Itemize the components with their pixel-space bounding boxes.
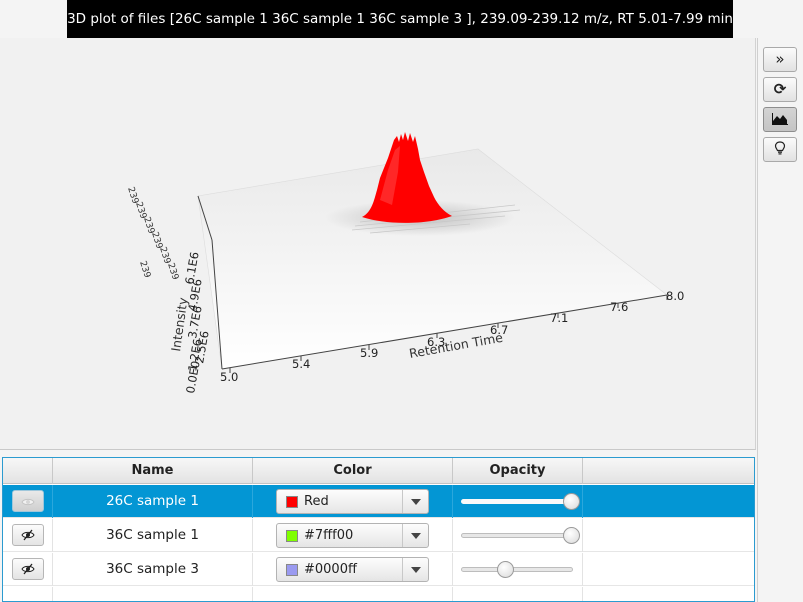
opacity-slider-thumb[interactable]: [497, 561, 514, 578]
plot-title: 3D plot of files [26C sample 1 36C sampl…: [67, 0, 733, 38]
opacity-slider-track[interactable]: [461, 533, 573, 538]
column-header-opacity[interactable]: Opacity: [453, 458, 583, 484]
table-header: Name Color Opacity: [3, 458, 754, 484]
table-row[interactable]: 36C sample 1 #7fff00: [3, 519, 754, 552]
table-row[interactable]: 36C sample 3 #0000ff: [3, 553, 754, 586]
datasets-table: Name Color Opacity 26C sample 1 Red 36C …: [2, 457, 755, 602]
lightbulb-icon: [774, 140, 786, 159]
opacity-slider-thumb[interactable]: [563, 493, 580, 510]
reset-view-button[interactable]: ⟳: [763, 77, 797, 102]
toggle-lighting-button[interactable]: [763, 137, 797, 162]
empty-row: [3, 587, 754, 601]
opacity-slider-track[interactable]: [461, 567, 573, 572]
color-picker-value: #7fff00: [304, 528, 354, 543]
refresh-icon: ⟳: [773, 80, 787, 98]
eye-slash-icon: [21, 526, 35, 545]
chevron-down-icon[interactable]: [402, 524, 428, 547]
column-header-visibility[interactable]: [3, 458, 53, 484]
x-tick-label: 5.4: [292, 357, 310, 371]
mz-tick-label: 239: [165, 262, 180, 282]
color-picker-dropdown[interactable]: #7fff00: [276, 523, 429, 548]
plot-3d-canvas[interactable]: 5.0 5.4 5.9 6.3 6.7 7.1 7.6 8.0 Retentio…: [0, 38, 756, 450]
dataset-name: 36C sample 3: [53, 553, 253, 586]
opacity-slider-track[interactable]: [461, 499, 573, 504]
toggle-peak-display-button[interactable]: [763, 107, 797, 132]
color-swatch: [286, 496, 298, 508]
eye-slash-icon: [21, 560, 35, 579]
right-toolbar: » ⟳: [757, 38, 803, 602]
expand-toolbar-button[interactable]: »: [763, 47, 797, 72]
mz-tick-labels: 239 239 239 239 239 239 239: [125, 186, 180, 282]
eye-icon: [21, 492, 35, 511]
mz-tick-label: 239: [137, 260, 152, 280]
chevron-down-icon[interactable]: [402, 558, 428, 581]
dataset-name: 26C sample 1: [53, 485, 253, 518]
chevron-down-icon[interactable]: [402, 490, 428, 513]
plot-3d-svg[interactable]: 5.0 5.4 5.9 6.3 6.7 7.1 7.6 8.0 Retentio…: [0, 38, 756, 450]
color-picker-dropdown[interactable]: Red: [276, 489, 429, 514]
color-picker-value: Red: [304, 494, 329, 509]
area-chart-icon: [772, 110, 788, 129]
color-swatch: [286, 530, 298, 542]
x-tick-label: 5.0: [220, 370, 238, 384]
x-tick-label: 7.1: [550, 311, 568, 325]
color-swatch: [286, 564, 298, 576]
table-row[interactable]: 26C sample 1 Red: [3, 485, 754, 518]
column-header-color[interactable]: Color: [253, 458, 453, 484]
color-picker-value: #0000ff: [304, 562, 357, 577]
visibility-toggle-button[interactable]: [12, 524, 44, 546]
dataset-name: 36C sample 1: [53, 519, 253, 552]
x-tick-label: 5.9: [360, 346, 378, 360]
column-header-name[interactable]: Name: [53, 458, 253, 484]
double-chevron-right-icon: »: [775, 50, 785, 68]
visibility-toggle-button[interactable]: [12, 558, 44, 580]
opacity-slider-thumb[interactable]: [563, 527, 580, 544]
color-picker-dropdown[interactable]: #0000ff: [276, 557, 429, 582]
visibility-toggle-button[interactable]: [12, 490, 44, 512]
x-tick-label: 8.0: [666, 289, 684, 303]
column-header-filler: [583, 458, 754, 484]
x-tick-label: 7.6: [610, 300, 628, 314]
